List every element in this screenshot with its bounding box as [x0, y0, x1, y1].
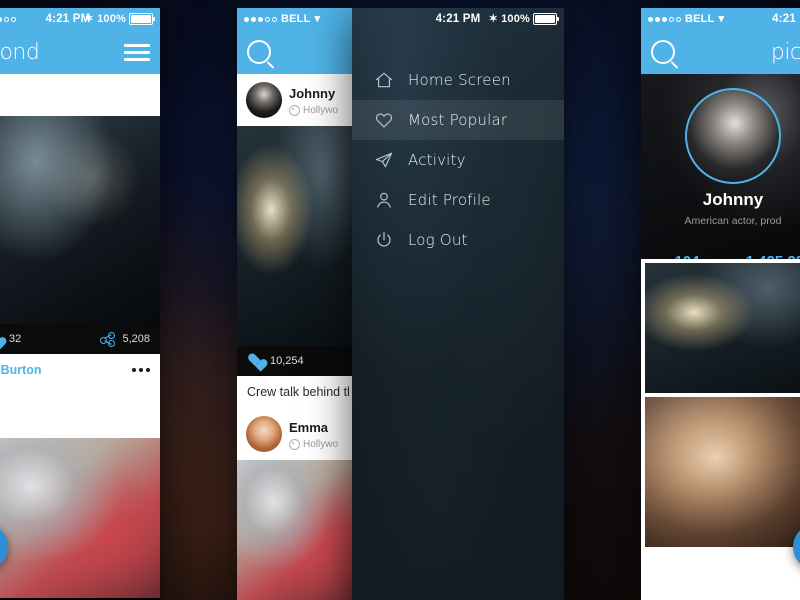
- app-brand-logo: picp: [770, 39, 800, 65]
- location-pin-icon: [289, 438, 300, 450]
- list-item[interactable]: Johnny Hollywo: [237, 74, 359, 126]
- navigation-bar: [237, 30, 359, 74]
- user-location-label: Hollywo: [303, 438, 339, 450]
- status-bar-right: ✶ 100%: [84, 12, 155, 25]
- status-bar: 4:21 PM ✶ 100%: [352, 8, 564, 30]
- app-brand-logo: pond: [0, 39, 40, 65]
- carrier-label: BELL: [281, 13, 311, 25]
- menu-item-label: Home Screen: [408, 71, 511, 89]
- post-action-bar: 32 5,208: [0, 324, 160, 354]
- profile-header: Johnny American actor, prod 104 Posts 1,…: [641, 74, 800, 259]
- avatar-emma[interactable]: [246, 416, 282, 452]
- user-location: Hollywo: [289, 104, 339, 116]
- battery-percent-label: 100%: [501, 13, 530, 25]
- wifi-icon: ▾: [718, 12, 725, 25]
- menu-item-home-screen[interactable]: Home Screen: [352, 60, 564, 100]
- avatar-johnny[interactable]: [246, 82, 282, 118]
- status-bar: 4:21 PM ✶ 100%: [0, 8, 160, 30]
- navigation-bar: picp: [641, 30, 800, 74]
- gothic-interior-photo[interactable]: [0, 116, 160, 324]
- navigation-bar: pond: [0, 30, 160, 74]
- user-location: Hollywo: [289, 438, 339, 450]
- like-count: 10,254: [270, 355, 304, 367]
- like-count: 32: [9, 333, 22, 345]
- menu-overlay: 4:21 PM ✶ 100% Home Screen Most Popular …: [352, 8, 564, 600]
- user-location-label: Hollywo: [303, 104, 339, 116]
- stat-posts[interactable]: 104 Posts: [641, 253, 733, 259]
- post-caption-bar: Crew talk behind the: [237, 376, 359, 408]
- menu-item-label: Log Out: [408, 231, 468, 249]
- status-bar-left: BELL ▾: [648, 13, 724, 25]
- profile-photo-grid[interactable]: [641, 259, 800, 600]
- search-icon[interactable]: [247, 40, 271, 64]
- photo-cell[interactable]: [641, 393, 800, 547]
- avatar-johnny-large[interactable]: [685, 88, 781, 184]
- bluetooth-icon: ✶: [488, 12, 499, 25]
- menu-item-label: Activity: [408, 151, 466, 169]
- menu-item-most-popular[interactable]: Most Popular: [352, 100, 564, 140]
- photo-cell[interactable]: [641, 259, 800, 393]
- menu-item-log-out[interactable]: Log Out: [352, 220, 564, 260]
- feed-scroll-area[interactable]: Johnny Hollywo 10,254 Crew talk behind t…: [237, 74, 359, 600]
- bluetooth-icon: ✶: [84, 12, 95, 25]
- profile-name: Johnny: [702, 190, 764, 209]
- user-name: Johnny: [289, 85, 336, 101]
- lamp-interior-photo[interactable]: [237, 126, 359, 346]
- share-icon[interactable]: [100, 331, 116, 347]
- menu-item-label: Edit Profile: [408, 191, 491, 209]
- stat-value: 104: [641, 253, 733, 259]
- battery-full-icon: [533, 13, 559, 25]
- profile-stats: 104 Posts 1,425,221 Views: [641, 253, 800, 259]
- heart-icon[interactable]: [247, 353, 263, 369]
- status-bar-right: ✶ 100%: [488, 12, 559, 25]
- list-item[interactable]: Emma Hollywo: [237, 408, 359, 460]
- feed-scroll-area[interactable]: 32 5,208 imBurton: [0, 74, 160, 600]
- menu-item-activity[interactable]: Activity: [352, 140, 564, 180]
- user-icon: [374, 190, 394, 210]
- phone-screen-discover: BELL ▾ Johnny Hollywo 10,254 Crew talk b…: [237, 8, 359, 600]
- phone-screen-profile: BELL ▾ 4:21 PM picp Johnny American acto…: [641, 8, 800, 600]
- hipster-glasses-photo[interactable]: [645, 397, 800, 547]
- profile-bio: American actor, prod: [684, 215, 782, 227]
- location-pin-icon: [289, 104, 300, 116]
- status-bar-time: 4:21 PM: [772, 13, 800, 25]
- winter-portrait-photo[interactable]: [237, 460, 359, 600]
- status-bar-left: BELL ▾: [244, 13, 320, 25]
- signal-dots-icon: [648, 16, 681, 22]
- heart-icon[interactable]: [0, 331, 2, 347]
- slide-out-menu: Home Screen Most Popular Activity Edit P…: [352, 60, 564, 260]
- home-icon: [374, 70, 394, 90]
- search-icon[interactable]: [651, 40, 675, 64]
- post-caption-bar: imBurton: [0, 354, 160, 386]
- stat-value: 1,425,221: [733, 253, 800, 259]
- share-count: 5,208: [122, 333, 150, 345]
- stat-views[interactable]: 1,425,221 Views: [733, 253, 800, 259]
- feed-card-header-placeholder: [0, 74, 160, 116]
- post-caption[interactable]: imBurton: [0, 363, 42, 377]
- signal-dots-icon: [244, 16, 277, 22]
- status-bar: BELL ▾: [237, 8, 359, 30]
- phone-screen-feed: 4:21 PM ✶ 100% pond 32: [0, 8, 160, 600]
- hamburger-menu-icon[interactable]: [124, 43, 150, 61]
- battery-percent-label: 100%: [97, 13, 126, 25]
- status-bar: BELL ▾ 4:21 PM: [641, 8, 800, 30]
- menu-item-label: Most Popular: [408, 111, 508, 129]
- post-caption: Crew talk behind the: [247, 385, 349, 399]
- showcase-stage: 4:21 PM ✶ 100% pond 32: [0, 0, 800, 600]
- phone-screen-menu: 4:21 PM ✶ 100% Home Screen Most Popular …: [352, 8, 564, 600]
- carrier-label: BELL: [685, 13, 715, 25]
- winter-portrait-photo[interactable]: [0, 438, 160, 598]
- user-name: Emma: [289, 419, 329, 435]
- more-options-icon[interactable]: [132, 368, 150, 372]
- power-icon: [374, 230, 394, 250]
- paper-plane-icon: [374, 150, 394, 170]
- share-group[interactable]: 5,208: [100, 331, 150, 347]
- menu-item-edit-profile[interactable]: Edit Profile: [352, 180, 564, 220]
- wifi-icon: ▾: [314, 12, 321, 25]
- battery-full-icon: [129, 13, 155, 25]
- lamp-sofa-interior-photo[interactable]: [645, 263, 800, 393]
- feed-spacer: [0, 386, 160, 438]
- heart-icon: [374, 110, 394, 130]
- post-action-bar: 10,254: [237, 346, 359, 376]
